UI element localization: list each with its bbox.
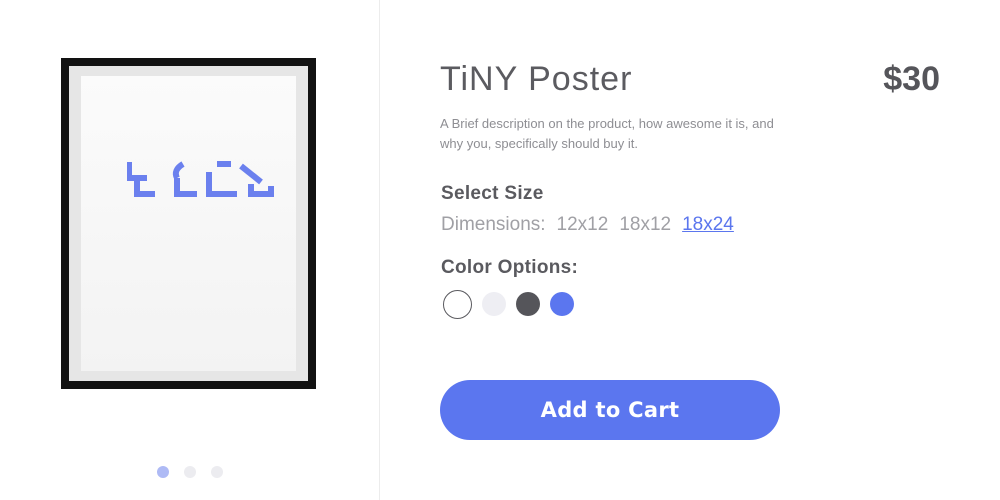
product-title: TiNY Poster bbox=[440, 60, 633, 98]
color-swatch-dark-gray[interactable] bbox=[516, 292, 540, 316]
color-swatch-white[interactable] bbox=[443, 290, 472, 319]
size-options: Dimensions: 12x12 18x12 18x24 bbox=[441, 214, 734, 236]
product-description: A Brief description on the product, how … bbox=[440, 116, 774, 151]
product-gallery bbox=[0, 0, 380, 500]
product-price: $30 bbox=[883, 60, 940, 98]
poster-frame bbox=[61, 58, 316, 389]
poster-artwork bbox=[127, 161, 274, 197]
product-details: TiNY Poster $30 A Brief description on t… bbox=[440, 0, 940, 500]
dimensions-label: Dimensions: bbox=[441, 214, 546, 235]
color-swatch-light-gray[interactable] bbox=[482, 292, 506, 316]
carousel-dot-2[interactable] bbox=[184, 466, 196, 478]
add-to-cart-button[interactable]: Add to Cart bbox=[440, 380, 780, 440]
product-page: TiNY Poster $30 A Brief description on t… bbox=[0, 0, 1000, 500]
carousel-dots bbox=[0, 466, 380, 478]
poster-mat bbox=[69, 66, 308, 381]
size-option-18x24[interactable]: 18x24 bbox=[682, 214, 734, 236]
size-option-18x12[interactable]: 18x12 bbox=[619, 214, 671, 236]
color-options-heading: Color Options: bbox=[441, 257, 579, 278]
size-option-12x12[interactable]: 12x12 bbox=[557, 214, 609, 236]
select-size-heading: Select Size bbox=[441, 183, 544, 204]
color-swatch-blue[interactable] bbox=[550, 292, 574, 316]
color-swatches bbox=[443, 290, 574, 319]
poster-image bbox=[81, 76, 296, 371]
carousel-dot-1[interactable] bbox=[157, 466, 169, 478]
carousel-dot-3[interactable] bbox=[211, 466, 223, 478]
